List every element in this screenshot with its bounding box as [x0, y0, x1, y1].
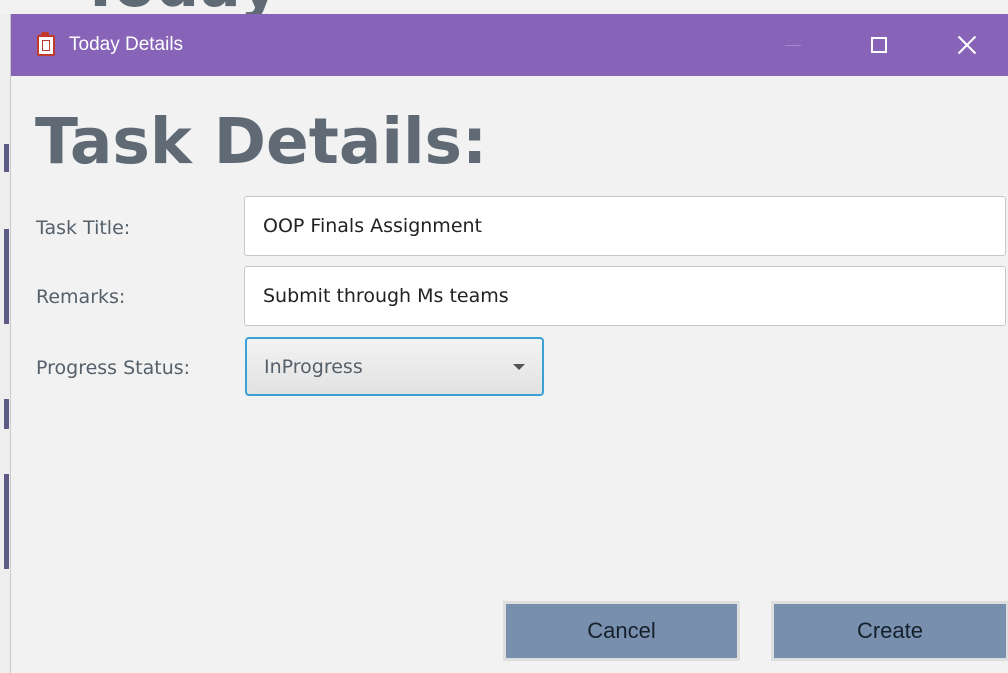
remarks-input[interactable]: Submit through Ms teams	[244, 266, 1006, 326]
progress-status-label: Progress Status:	[36, 357, 191, 379]
background-edge-mark	[4, 474, 9, 569]
background-window-edge	[0, 14, 10, 673]
maximize-button[interactable]	[849, 14, 909, 76]
progress-status-value: InProgress	[264, 356, 363, 378]
title-bar[interactable]: Today Details	[11, 14, 1008, 76]
background-edge-mark	[4, 144, 9, 172]
minimize-button[interactable]	[763, 14, 823, 76]
chevron-down-icon	[513, 364, 525, 370]
create-button[interactable]: Create	[771, 601, 1008, 661]
page-title: Task Details:	[35, 105, 488, 178]
background-heading: Today	[80, 0, 280, 14]
cancel-button[interactable]: Cancel	[503, 601, 740, 661]
remarks-label: Remarks:	[36, 286, 126, 308]
task-title-input[interactable]: OOP Finals Assignment	[244, 196, 1006, 256]
task-title-label: Task Title:	[36, 217, 131, 239]
background-edge-mark	[4, 229, 9, 324]
clipboard-icon	[37, 32, 55, 56]
background-window: Today	[0, 0, 1008, 14]
minimize-icon	[785, 44, 801, 46]
screen: Today Today Details Task Details: Task T…	[0, 0, 1008, 673]
today-details-dialog: Today Details Task Details: Task Title: …	[10, 14, 1008, 673]
close-button[interactable]	[937, 14, 997, 76]
background-edge-mark	[4, 399, 9, 429]
close-icon	[957, 35, 977, 55]
progress-status-dropdown[interactable]: InProgress	[245, 337, 544, 396]
window-title: Today Details	[69, 34, 184, 55]
maximize-icon	[871, 37, 887, 53]
